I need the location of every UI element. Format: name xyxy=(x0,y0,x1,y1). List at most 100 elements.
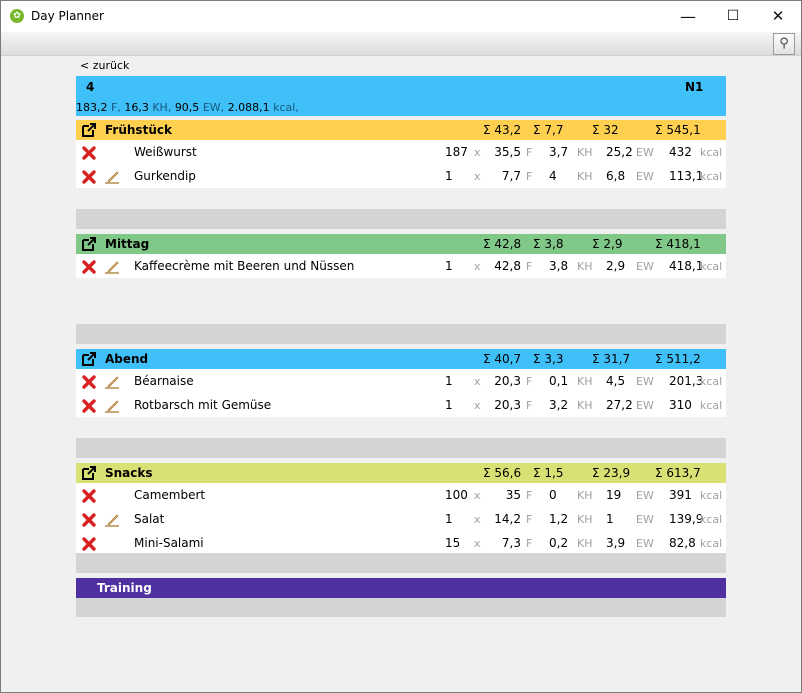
food-kh: 3,2 xyxy=(549,398,569,412)
meal-header[interactable]: Frühstück Σ 43,2 Σ 7,7 Σ 32 Σ 545,1 xyxy=(76,120,726,140)
meal-header[interactable]: Mittag Σ 42,8 Σ 3,8 Σ 2,9 Σ 418,1 xyxy=(76,234,726,254)
times-label: x xyxy=(474,375,481,388)
open-external-icon[interactable] xyxy=(81,351,97,367)
meal-sum-fat: Σ 43,2 xyxy=(483,123,522,137)
times-label: x xyxy=(474,260,481,273)
meal-spacer xyxy=(76,438,726,458)
day-number: 4 xyxy=(86,80,95,94)
kh-label: KH xyxy=(577,489,593,502)
meal-header[interactable]: Abend Σ 40,7 Σ 3,3 Σ 31,7 Σ 511,2 xyxy=(76,349,726,369)
back-link[interactable]: < zurück xyxy=(80,59,129,72)
kh-label: KH xyxy=(577,513,593,526)
training-title: Training xyxy=(97,581,152,595)
meal-title: Mittag xyxy=(105,237,150,251)
food-fat: 35,5 xyxy=(494,145,521,159)
food-kcal: 432 xyxy=(669,145,692,159)
day-totals: 183,2 F, 16,3 KH, 90,5 EW, 2.088,1 kcal, xyxy=(76,101,299,114)
search-button[interactable]: ⚲ xyxy=(773,33,795,55)
food-row[interactable]: Gurkendip 1 x 7,7 F 4 KH 6,8 EW 113,1 kc… xyxy=(76,164,726,188)
delete-icon[interactable] xyxy=(81,374,97,390)
food-kh: 3,8 xyxy=(549,259,569,273)
kh-label: KH xyxy=(577,146,593,159)
food-row[interactable]: Mini-Salami 15 x 7,3 F 0,2 KH 3,9 EW 82,… xyxy=(76,531,726,555)
open-external-icon[interactable] xyxy=(81,465,97,481)
food-kh: 0 xyxy=(549,488,557,502)
food-name: Camembert xyxy=(134,488,206,502)
food-quantity[interactable]: 1 xyxy=(445,374,453,388)
food-row[interactable]: Weißwurst 187 x 35,5 F 3,7 KH 25,2 EW 43… xyxy=(76,140,726,164)
kcal-label: kcal xyxy=(700,146,723,159)
ew-label: EW xyxy=(636,399,654,412)
day-fat: 183,2 xyxy=(76,101,108,114)
food-fat: 14,2 xyxy=(494,512,521,526)
food-kh: 4 xyxy=(549,169,557,183)
ew-label: EW xyxy=(636,146,654,159)
maximize-button[interactable]: ☐ xyxy=(710,1,756,32)
food-quantity[interactable]: 1 xyxy=(445,398,453,412)
delete-icon[interactable] xyxy=(81,259,97,275)
close-button[interactable]: ✕ xyxy=(755,1,801,32)
food-row[interactable]: Rotbarsch mit Gemüse 1 x 20,3 F 3,2 KH 2… xyxy=(76,393,726,417)
kcal-label: kcal xyxy=(700,375,723,388)
delete-icon[interactable] xyxy=(81,169,97,185)
meal-sum-kh: Σ 3,8 xyxy=(533,237,564,251)
day-kh: 16,3 xyxy=(124,101,149,114)
food-ew: 4,5 xyxy=(606,374,626,388)
edit-icon[interactable] xyxy=(104,398,120,414)
kcal-label: kcal xyxy=(700,170,723,183)
ew-label: EW xyxy=(636,375,654,388)
times-label: x xyxy=(474,537,481,550)
food-row[interactable]: Kaffeecrème mit Beeren und Nüssen 1 x 42… xyxy=(76,254,726,278)
food-quantity[interactable]: 1 xyxy=(445,169,453,183)
meal-spacer xyxy=(76,553,726,573)
food-quantity[interactable]: 1 xyxy=(445,512,453,526)
delete-icon[interactable] xyxy=(81,488,97,504)
fat-label: F xyxy=(526,537,533,550)
food-fat: 7,7 xyxy=(501,169,521,183)
food-fat: 20,3 xyxy=(494,398,521,412)
training-header[interactable]: Training xyxy=(76,578,726,598)
food-name: Gurkendip xyxy=(134,169,196,183)
food-name: Kaffeecrème mit Beeren und Nüssen xyxy=(134,259,355,273)
food-quantity[interactable]: 187 xyxy=(445,145,468,159)
delete-icon[interactable] xyxy=(81,398,97,414)
training-spacer xyxy=(76,598,726,617)
kcal-label: kcal xyxy=(700,489,723,502)
open-external-icon[interactable] xyxy=(81,122,97,138)
food-ew: 25,2 xyxy=(606,145,633,159)
edit-icon[interactable] xyxy=(104,169,120,185)
delete-icon[interactable] xyxy=(81,536,97,552)
food-fat: 42,8 xyxy=(494,259,521,273)
food-kh: 3,7 xyxy=(549,145,569,159)
meal-sum-kh: Σ 7,7 xyxy=(533,123,564,137)
title-bar: ✿ Day Planner — ☐ ✕ xyxy=(1,1,801,32)
food-quantity[interactable]: 100 xyxy=(445,488,468,502)
meal-spacer xyxy=(76,209,726,229)
food-row[interactable]: Camembert 100 x 35 F 0 KH 19 EW 391 kcal xyxy=(76,483,726,507)
kh-label: KH xyxy=(577,399,593,412)
food-row[interactable]: Béarnaise 1 x 20,3 F 0,1 KH 4,5 EW 201,3… xyxy=(76,369,726,393)
times-label: x xyxy=(474,170,481,183)
times-label: x xyxy=(474,489,481,502)
edit-icon[interactable] xyxy=(104,512,120,528)
meal-header[interactable]: Snacks Σ 56,6 Σ 1,5 Σ 23,9 Σ 613,7 xyxy=(76,463,726,483)
food-fat: 7,3 xyxy=(501,536,521,550)
food-quantity[interactable]: 15 xyxy=(445,536,460,550)
day-fat-label: F, xyxy=(111,101,121,114)
day-kh-label: KH, xyxy=(152,101,172,114)
fat-label: F xyxy=(526,260,533,273)
open-external-icon[interactable] xyxy=(81,236,97,252)
delete-icon[interactable] xyxy=(81,512,97,528)
kcal-label: kcal xyxy=(700,513,723,526)
meal-sum-fat: Σ 56,6 xyxy=(483,466,522,480)
edit-icon[interactable] xyxy=(104,374,120,390)
food-ew: 19 xyxy=(606,488,622,502)
delete-icon[interactable] xyxy=(81,145,97,161)
fat-label: F xyxy=(526,489,533,502)
food-row[interactable]: Salat 1 x 14,2 F 1,2 KH 1 EW 139,9 kcal xyxy=(76,507,726,531)
edit-icon[interactable] xyxy=(104,259,120,275)
meal-sum-kh: Σ 3,3 xyxy=(533,352,564,366)
day-kcal: 2.088,1 xyxy=(227,101,270,114)
minimize-button[interactable]: — xyxy=(665,1,711,32)
food-quantity[interactable]: 1 xyxy=(445,259,453,273)
